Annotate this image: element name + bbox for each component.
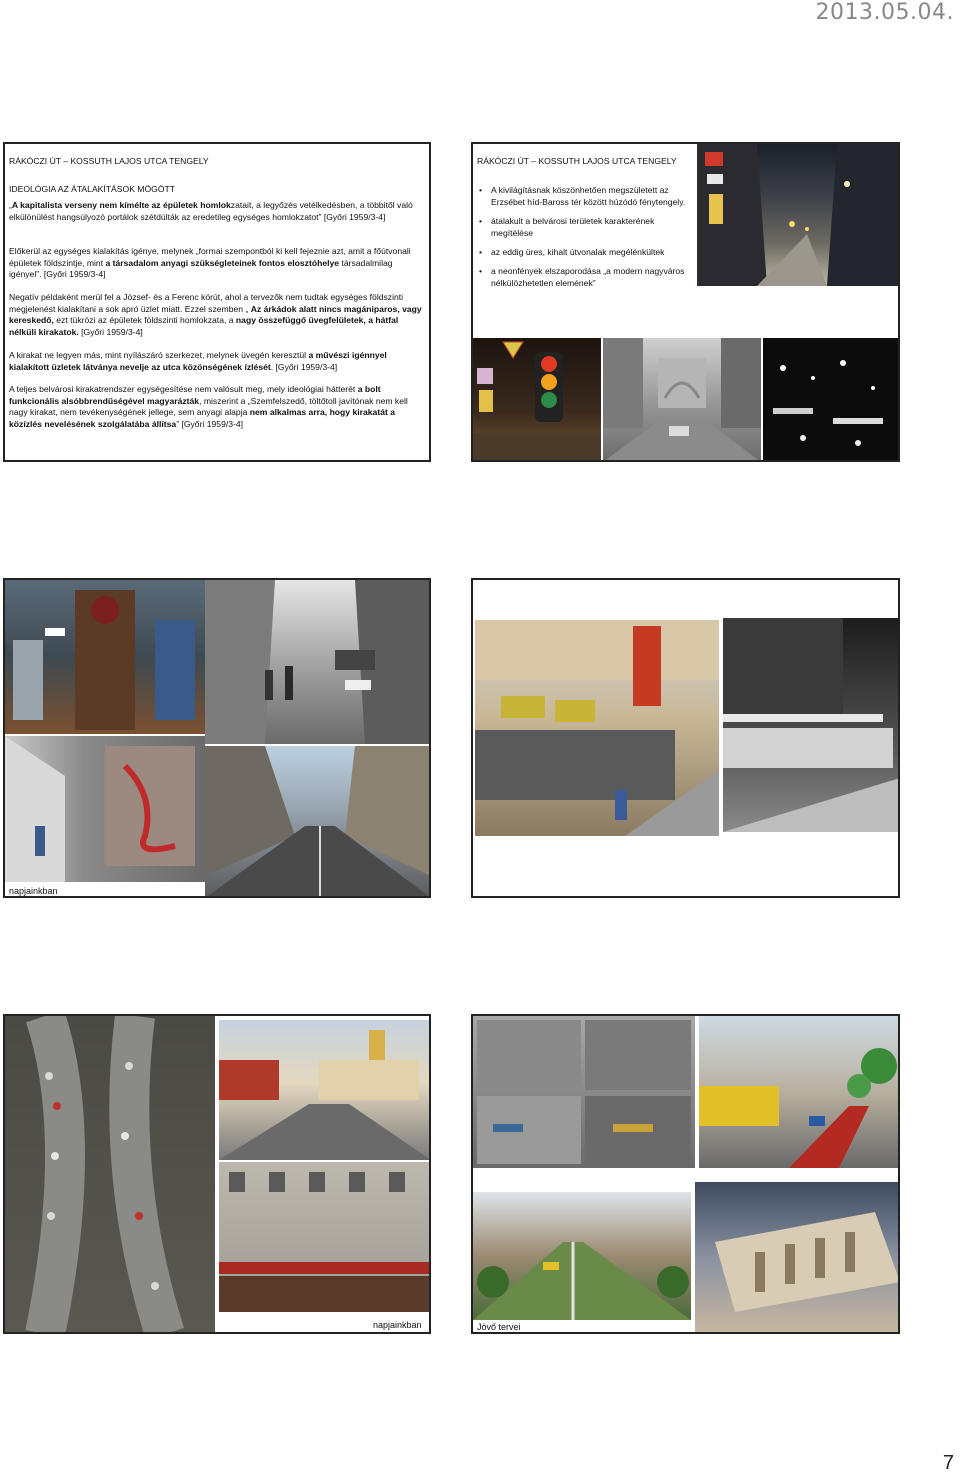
text-run: A kapitalista verseny nem kímélte az épü…	[11, 200, 231, 210]
tram-render-photo	[699, 1016, 898, 1168]
shopfronts-collage-photo	[473, 1016, 695, 1168]
bullet-list: A kivilágításnak köszönhetően megszülete…	[477, 184, 697, 296]
church-street-photo	[219, 1020, 429, 1160]
facade-today-photo	[219, 1162, 429, 1312]
text-run: a társadalom anyagi szükségleteinek font…	[105, 257, 340, 268]
arcade-graffiti-photo	[5, 736, 205, 882]
page-number: 7	[942, 1452, 954, 1474]
traffic-light-photo	[473, 338, 601, 460]
slide-today-photos: napjainkban	[3, 578, 431, 898]
slide-department-store	[471, 578, 900, 898]
text-run: . [Győri 1959/3-4]	[270, 361, 338, 372]
corvin-store-photo	[475, 620, 719, 836]
slide-lighting: RÁKÓCZI ÚT – KOSSUTH LAJOS UTCA TENGELY …	[471, 142, 900, 462]
night-neon-photo	[763, 338, 898, 460]
paragraph-5: A teljes belvárosi kirakatrendszer egysé…	[9, 384, 425, 430]
caption-today: napjainkban	[9, 886, 58, 896]
street-crowd-bw-photo	[205, 580, 429, 744]
bullet-item: A kivilágításnak köszönhetően megszülete…	[477, 184, 697, 208]
bullet-item: az eddig üres, kihalt útvonalak megélénk…	[477, 246, 697, 258]
paragraph-2: Előkerül az egységes kialakítás igénye, …	[9, 246, 425, 281]
paragraph-1: „A kapitalista verseny nem kímélte az ép…	[9, 200, 425, 223]
bullet-item: átalakult a belvárosi területek karakter…	[477, 215, 697, 239]
caption-future: Jövő tervei	[477, 1322, 521, 1332]
building-render-photo	[695, 1182, 898, 1332]
text-run: [Győri 1959/3-4]	[78, 326, 143, 337]
slide-subtitle: IDEOLÓGIA AZ ÁTALAKÍTÁSOK MÖGÖTT	[9, 184, 176, 194]
shopfront-photo	[5, 580, 205, 734]
text-run: ” [Győri 1959/3-4]	[176, 418, 244, 429]
text-run: A teljes belvárosi kirakatrendszer egysé…	[9, 384, 358, 394]
avenue-today-photo	[205, 746, 429, 896]
slide-title: RÁKÓCZI ÚT – KOSSUTH LAJOS UTCA TENGELY	[477, 156, 677, 166]
paragraph-4: A kirakat ne legyen más, mint nyílászáró…	[9, 350, 425, 373]
text-run: A kirakat ne legyen más, mint nyílászáró…	[9, 350, 309, 360]
street-bw-photo	[603, 338, 761, 460]
text-run: ezt tükrözi az épületek földszinti homlo…	[53, 315, 236, 326]
caption-today: napjainkban	[373, 1320, 422, 1330]
paragraph-3: Negatív példaként merül fel a József- és…	[9, 292, 425, 338]
night-street-photo	[697, 144, 898, 286]
slide-traffic-today: napjainkban	[3, 1014, 431, 1334]
slide-ideology: RÁKÓCZI ÚT – KOSSUTH LAJOS UTCA TENGELY …	[3, 142, 431, 462]
slide-title: RÁKÓCZI ÚT – KOSSUTH LAJOS UTCA TENGELY	[9, 156, 209, 166]
store-night-bw-photo	[723, 618, 898, 832]
bullet-item: a neonfények elszaporodása „a modern nag…	[477, 265, 697, 289]
avenue-render-photo	[473, 1192, 691, 1320]
slide-future-plans: Jövő tervei	[471, 1014, 900, 1334]
traffic-jam-photo	[5, 1016, 215, 1332]
page-date: 2013.05.04.	[815, 0, 954, 25]
